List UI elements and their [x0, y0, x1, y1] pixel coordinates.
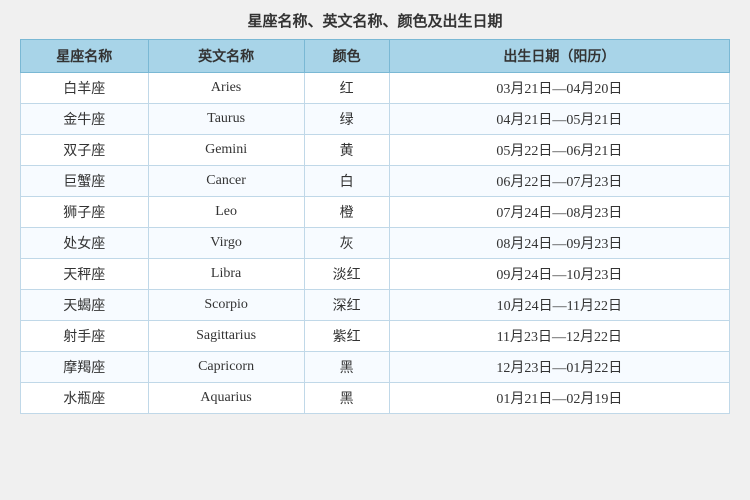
header-name-cn: 星座名称 [21, 40, 149, 73]
cell-name-en: Scorpio [148, 290, 304, 321]
cell-color: 深红 [304, 290, 389, 321]
cell-name-cn: 白羊座 [21, 73, 149, 104]
page-title: 星座名称、英文名称、颜色及出生日期 [20, 10, 730, 31]
table-header-row: 星座名称 英文名称 颜色 出生日期（阳历） [21, 40, 730, 73]
table-row: 巨蟹座Cancer白06月22日—07月23日 [21, 166, 730, 197]
cell-birthdate: 08月24日—09月23日 [389, 228, 729, 259]
cell-birthdate: 04月21日—05月21日 [389, 104, 729, 135]
cell-birthdate: 09月24日—10月23日 [389, 259, 729, 290]
table-row: 天蝎座Scorpio深红10月24日—11月22日 [21, 290, 730, 321]
cell-birthdate: 12月23日—01月22日 [389, 352, 729, 383]
cell-name-en: Sagittarius [148, 321, 304, 352]
cell-name-en: Taurus [148, 104, 304, 135]
cell-name-cn: 射手座 [21, 321, 149, 352]
table-row: 天秤座Libra淡红09月24日—10月23日 [21, 259, 730, 290]
header-birthdate: 出生日期（阳历） [389, 40, 729, 73]
cell-name-cn: 巨蟹座 [21, 166, 149, 197]
cell-name-cn: 摩羯座 [21, 352, 149, 383]
cell-name-cn: 双子座 [21, 135, 149, 166]
cell-name-en: Leo [148, 197, 304, 228]
cell-color: 黄 [304, 135, 389, 166]
cell-name-cn: 天蝎座 [21, 290, 149, 321]
table-row: 处女座Virgo灰08月24日—09月23日 [21, 228, 730, 259]
cell-color: 灰 [304, 228, 389, 259]
cell-color: 绿 [304, 104, 389, 135]
cell-birthdate: 03月21日—04月20日 [389, 73, 729, 104]
cell-name-cn: 天秤座 [21, 259, 149, 290]
cell-color: 紫红 [304, 321, 389, 352]
zodiac-table: 星座名称 英文名称 颜色 出生日期（阳历） 白羊座Aries红03月21日—04… [20, 39, 730, 414]
cell-name-en: Capricorn [148, 352, 304, 383]
cell-name-en: Aquarius [148, 383, 304, 414]
table-row: 金牛座Taurus绿04月21日—05月21日 [21, 104, 730, 135]
cell-birthdate: 10月24日—11月22日 [389, 290, 729, 321]
cell-name-en: Aries [148, 73, 304, 104]
cell-name-cn: 狮子座 [21, 197, 149, 228]
table-row: 双子座Gemini黄05月22日—06月21日 [21, 135, 730, 166]
table-body: 白羊座Aries红03月21日—04月20日金牛座Taurus绿04月21日—0… [21, 73, 730, 414]
cell-name-en: Cancer [148, 166, 304, 197]
page-container: 星座名称、英文名称、颜色及出生日期 星座名称 英文名称 颜色 出生日期（阳历） … [20, 10, 730, 414]
header-name-en: 英文名称 [148, 40, 304, 73]
cell-name-en: Gemini [148, 135, 304, 166]
cell-color: 黑 [304, 383, 389, 414]
cell-color: 白 [304, 166, 389, 197]
table-row: 白羊座Aries红03月21日—04月20日 [21, 73, 730, 104]
cell-color: 黑 [304, 352, 389, 383]
cell-birthdate: 07月24日—08月23日 [389, 197, 729, 228]
cell-name-en: Virgo [148, 228, 304, 259]
cell-name-cn: 处女座 [21, 228, 149, 259]
cell-color: 红 [304, 73, 389, 104]
header-color: 颜色 [304, 40, 389, 73]
cell-color: 淡红 [304, 259, 389, 290]
cell-birthdate: 01月21日—02月19日 [389, 383, 729, 414]
cell-name-en: Libra [148, 259, 304, 290]
cell-birthdate: 05月22日—06月21日 [389, 135, 729, 166]
cell-color: 橙 [304, 197, 389, 228]
cell-birthdate: 11月23日—12月22日 [389, 321, 729, 352]
table-row: 射手座Sagittarius紫红11月23日—12月22日 [21, 321, 730, 352]
table-row: 狮子座Leo橙07月24日—08月23日 [21, 197, 730, 228]
table-row: 摩羯座Capricorn黑12月23日—01月22日 [21, 352, 730, 383]
table-row: 水瓶座Aquarius黑01月21日—02月19日 [21, 383, 730, 414]
cell-name-cn: 金牛座 [21, 104, 149, 135]
cell-birthdate: 06月22日—07月23日 [389, 166, 729, 197]
cell-name-cn: 水瓶座 [21, 383, 149, 414]
